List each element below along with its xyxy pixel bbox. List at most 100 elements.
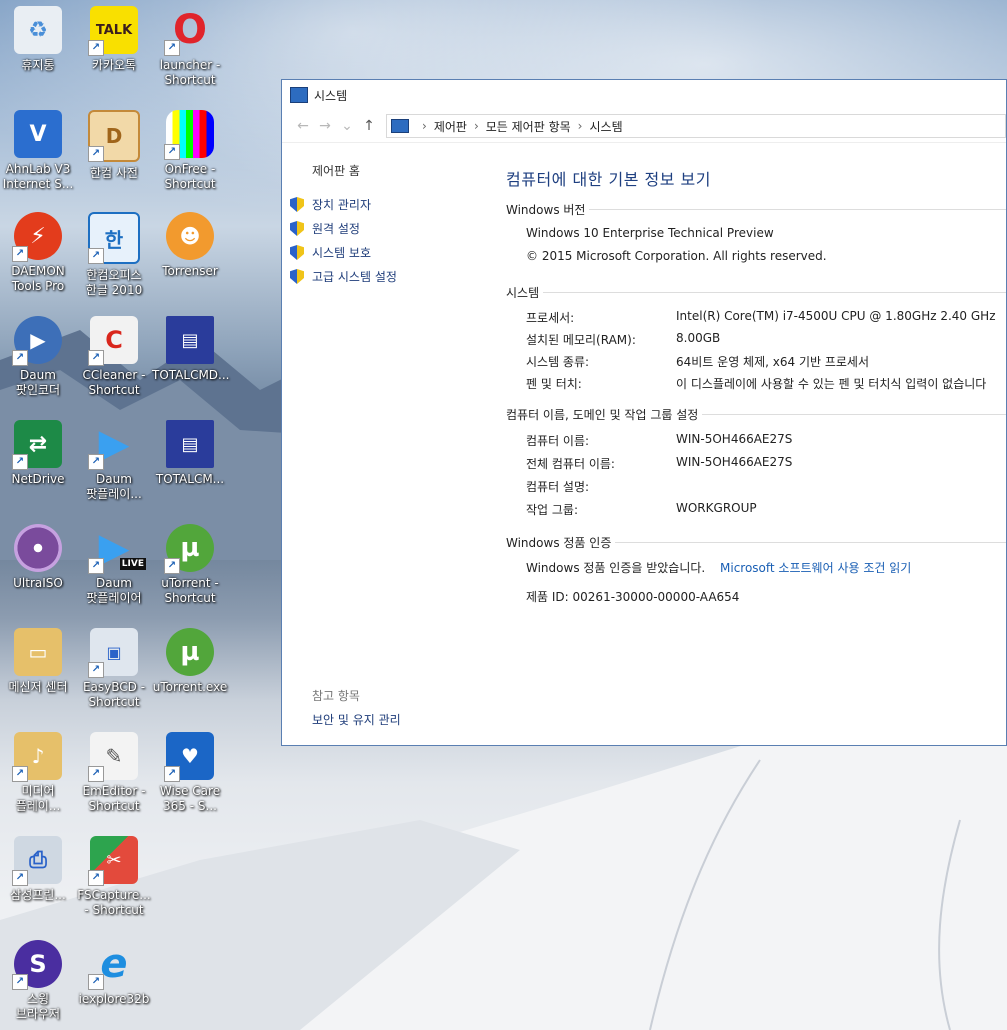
- computer-description-label: 컴퓨터 설명:: [526, 480, 590, 494]
- desktop-icon-daum-potplayer[interactable]: ▶ ↗ Daum 팟플레이...: [76, 420, 152, 502]
- system-window: 시스템 ← → ⌄ ↑ › 제어판 › 모든 제어판 항목 › 시스템 제어판 …: [281, 79, 1007, 746]
- desktop-icon-iexplore[interactable]: e ↗ iexplore32b: [76, 940, 152, 1007]
- shortcut-arrow-icon: ↗: [88, 350, 104, 366]
- full-computer-name-value: WIN-5OH466AE27S: [676, 455, 793, 469]
- section-computer-name: 컴퓨터 이름, 도메인 및 작업 그룹 설정: [506, 406, 1006, 423]
- desktop-icon-onfree[interactable]: ↗ OnFree - Shortcut: [152, 110, 228, 192]
- task-device-manager[interactable]: 장치 관리자: [290, 196, 371, 213]
- desktop-icon-recycle-bin[interactable]: ♻ 휴지통: [0, 6, 76, 73]
- play-live-icon: ▶ LIVE ↗: [88, 524, 146, 574]
- ram-value: 8.00GB: [676, 331, 721, 345]
- chevron-right-icon: ›: [422, 119, 427, 133]
- desktop-icon-ahnlab[interactable]: V AhnLab V3 Internet S...: [0, 110, 76, 192]
- shortcut-arrow-icon: ↗: [164, 766, 180, 782]
- see-also-heading: 참고 항목: [312, 689, 360, 703]
- task-remote-settings[interactable]: 원격 설정: [290, 220, 360, 237]
- desktop-icon-totalcmd-64[interactable]: ▤ TOTALCM...: [152, 420, 228, 487]
- utorrent-icon: µ: [166, 628, 214, 676]
- desktop-icon-launcher[interactable]: O ↗ launcher - Shortcut: [152, 6, 228, 88]
- shortcut-arrow-icon: ↗: [164, 558, 180, 574]
- breadcrumb-all-items[interactable]: 모든 제어판 항목: [486, 118, 571, 135]
- window-titlebar[interactable]: 시스템: [282, 80, 1006, 110]
- desktop-icon-swing-browser[interactable]: S ↗ 스윙 브라우저: [0, 940, 76, 1022]
- shortcut-arrow-icon: ↗: [88, 454, 104, 470]
- desktop-icon-daemon-tools[interactable]: ⚡ ↗ DAEMON Tools Pro: [0, 212, 76, 294]
- desktop-icon-ccleaner[interactable]: C ↗ CCleaner - Shortcut: [76, 316, 152, 398]
- film-reel-icon: ▶ ↗: [12, 316, 62, 366]
- pen-touch-label: 펜 및 터치:: [526, 377, 582, 391]
- shortcut-arrow-icon: ↗: [88, 146, 104, 162]
- ahnlab-v3-icon: V: [14, 110, 62, 158]
- shortcut-arrow-icon: ↗: [88, 766, 104, 782]
- desktop-icon-kakaotalk[interactable]: TALK ↗ 카카오톡: [76, 6, 152, 73]
- uac-shield-icon: [290, 221, 304, 236]
- shortcut-arrow-icon: ↗: [164, 40, 180, 56]
- desktop-icon-utorrent-exe[interactable]: µ uTorrent.exe: [152, 628, 228, 695]
- activation-status: Windows 정품 인증을 받았습니다.: [526, 561, 706, 575]
- wise-care-icon: ♥ ↗: [164, 732, 214, 782]
- task-advanced-system-settings[interactable]: 고급 시스템 설정: [290, 268, 397, 285]
- recycle-bin-icon: ♻: [14, 6, 62, 54]
- shortcut-arrow-icon: ↗: [12, 870, 28, 886]
- shortcut-arrow-icon: ↗: [164, 144, 180, 160]
- desktop-icon-totalcmd[interactable]: ▤ TOTALCMD...: [152, 316, 229, 383]
- processor-label: 프로세서:: [526, 311, 575, 325]
- shortcut-arrow-icon: ↗: [88, 974, 104, 990]
- breadcrumb-system[interactable]: 시스템: [589, 118, 622, 135]
- desktop-icon-samsung-printer[interactable]: ⎙ ↗ 삼성프린...: [0, 836, 76, 903]
- desktop-icon-hancom-office[interactable]: 한 ↗ 한컴오피스 한글 2010: [76, 212, 152, 298]
- floppy-disk-icon: ▤: [166, 316, 214, 364]
- utorrent-icon: µ ↗: [164, 524, 214, 574]
- desktop-icon-wise-care[interactable]: ♥ ↗ Wise Care 365 - S...: [152, 732, 228, 814]
- up-button[interactable]: ↑: [358, 118, 380, 134]
- play-icon: ▶ ↗: [88, 420, 138, 470]
- copyright-text: © 2015 Microsoft Corporation. All rights…: [526, 249, 827, 263]
- desktop-icon-ultraiso[interactable]: UltraISO: [0, 524, 76, 591]
- shortcut-arrow-icon: ↗: [88, 40, 104, 56]
- kakaotalk-icon: TALK ↗: [88, 6, 138, 56]
- address-bar[interactable]: › 제어판 › 모든 제어판 항목 › 시스템: [386, 114, 1006, 138]
- desktop-icon-emeditor[interactable]: ✎ ↗ EmEditor - Shortcut: [76, 732, 152, 814]
- task-system-protection[interactable]: 시스템 보호: [290, 244, 371, 261]
- product-id: 제품 ID: 00261-30000-00000-AA654: [526, 590, 740, 604]
- back-button[interactable]: ←: [292, 118, 314, 134]
- desktop-icon-torrenser[interactable]: ☻ Torrenser: [152, 212, 228, 279]
- desktop-icon-messenger-center[interactable]: ▭ 메신저 센터: [0, 628, 76, 695]
- desktop-icon-hancom-dictionary[interactable]: D ↗ 한컴 사전: [76, 110, 152, 181]
- shortcut-arrow-icon: ↗: [12, 454, 28, 470]
- desktop-icon-fscapture[interactable]: ✂ ↗ FSCapture... - Shortcut: [76, 836, 152, 918]
- system-type-value: 64비트 운영 체제, x64 기반 프로세서: [676, 355, 870, 369]
- window-title: 시스템: [314, 88, 348, 103]
- desktop-icon-easybcd[interactable]: ▣ ↗ EasyBCD - Shortcut: [76, 628, 152, 710]
- recent-locations-button[interactable]: ⌄: [336, 118, 358, 134]
- tasks-pane: 제어판 홈 장치 관리자 원격 설정 시스템 보호 고급 시스템 설정 참고 항…: [282, 142, 497, 745]
- swing-browser-icon: S ↗: [12, 940, 62, 990]
- emeditor-icon: ✎ ↗: [88, 732, 138, 782]
- processor-value: Intel(R) Core(TM) i7-4500U CPU @ 1.80GHz…: [676, 309, 996, 323]
- navigation-bar: ← → ⌄ ↑ › 제어판 › 모든 제어판 항목 › 시스템: [282, 110, 1006, 143]
- media-folder-icon: ♪ ↗: [12, 732, 62, 782]
- daemon-tools-icon: ⚡ ↗: [12, 212, 62, 262]
- internet-explorer-icon: e ↗: [88, 940, 138, 990]
- page-title: 컴퓨터에 대한 기본 정보 보기: [506, 170, 711, 189]
- opera-icon: O ↗: [164, 6, 214, 56]
- easybcd-icon: ▣ ↗: [88, 628, 138, 678]
- section-activation: Windows 정품 인증: [506, 534, 1006, 551]
- desktop-icon-daum-encoder[interactable]: ▶ ↗ Daum 팟인코더: [0, 316, 76, 398]
- desktop-icon-netdrive[interactable]: ⇄ ↗ NetDrive: [0, 420, 76, 487]
- chevron-right-icon: ›: [577, 119, 583, 133]
- hancom-office-icon: 한 ↗: [88, 212, 140, 264]
- desktop-icon-utorrent-shortcut[interactable]: µ ↗ uTorrent - Shortcut: [152, 524, 228, 606]
- license-terms-link[interactable]: Microsoft 소프트웨어 사용 조건 읽기: [720, 559, 911, 576]
- desktop-icon-media-player[interactable]: ♪ ↗ 미디어 플레이...: [0, 732, 76, 814]
- desktop-icon-daum-potplayer-live[interactable]: ▶ LIVE ↗ Daum 팟플레이어: [76, 524, 152, 606]
- disc-icon: [14, 524, 62, 572]
- hancom-dictionary-icon: D ↗: [88, 110, 140, 162]
- control-panel-home-link[interactable]: 제어판 홈: [312, 162, 360, 179]
- forward-button[interactable]: →: [314, 118, 336, 134]
- breadcrumb-control-panel[interactable]: 제어판: [434, 118, 467, 135]
- security-maintenance-link[interactable]: 보안 및 유지 관리: [312, 711, 401, 728]
- shortcut-arrow-icon: ↗: [12, 766, 28, 782]
- shortcut-arrow-icon: ↗: [88, 558, 104, 574]
- computer-name-value: WIN-5OH466AE27S: [676, 432, 793, 446]
